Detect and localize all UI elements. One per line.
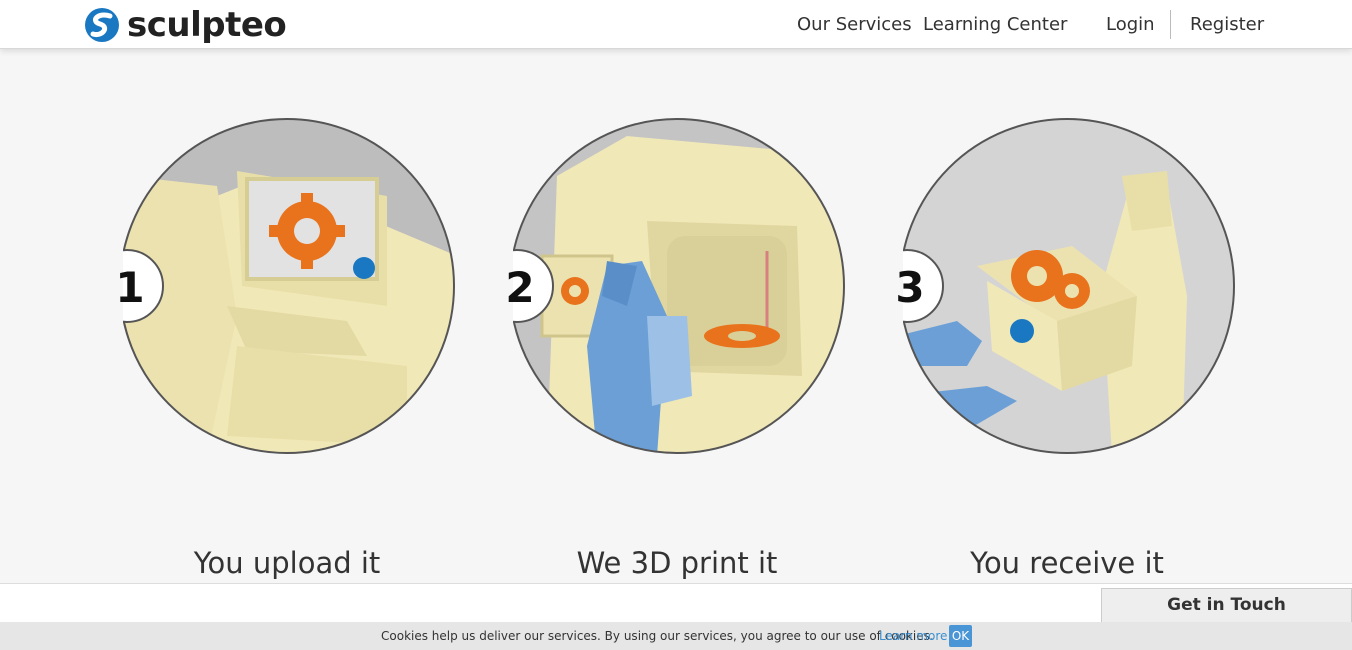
print-illustration: 2 bbox=[507, 118, 845, 454]
nav-learning-center[interactable]: Learning Center bbox=[923, 12, 1067, 38]
step-number: 2 bbox=[507, 263, 535, 312]
step-print: 2 We 3D print it bbox=[507, 116, 847, 580]
site-header: sculpteo Our Services Learning Center Lo… bbox=[0, 0, 1352, 49]
nav-login[interactable]: Login bbox=[1106, 12, 1155, 38]
step-upload: 1 You upload it bbox=[117, 116, 457, 580]
receive-illustration: 3 bbox=[897, 118, 1235, 454]
nav-register[interactable]: Register bbox=[1190, 12, 1264, 38]
step-receive: 3 You receive it bbox=[897, 116, 1237, 580]
step-number: 3 bbox=[897, 263, 925, 312]
step-number: 1 bbox=[117, 263, 145, 312]
cookie-ok-button[interactable]: OK bbox=[949, 625, 972, 647]
cookie-banner: Cookies help us deliver our services. By… bbox=[0, 622, 1352, 650]
upload-illustration: 1 bbox=[117, 118, 455, 454]
step-caption: We 3D print it bbox=[576, 546, 778, 580]
how-it-works-section: 1 You upload it 2 We 3D print it 3 You r… bbox=[0, 50, 1352, 583]
site-logo[interactable]: sculpteo bbox=[84, 5, 287, 45]
cookie-learn-more-link[interactable]: Learn more bbox=[879, 622, 947, 650]
step-caption: You receive it bbox=[970, 546, 1164, 580]
logo-text: sculpteo bbox=[127, 5, 287, 45]
get-in-touch-button[interactable]: Get in Touch bbox=[1101, 588, 1352, 622]
nav-our-services[interactable]: Our Services bbox=[797, 12, 912, 38]
nav-divider bbox=[1170, 10, 1171, 39]
step-caption: You upload it bbox=[193, 546, 381, 580]
sculpteo-logo-icon bbox=[85, 8, 119, 42]
cookie-message: Cookies help us deliver our services. By… bbox=[381, 629, 934, 643]
